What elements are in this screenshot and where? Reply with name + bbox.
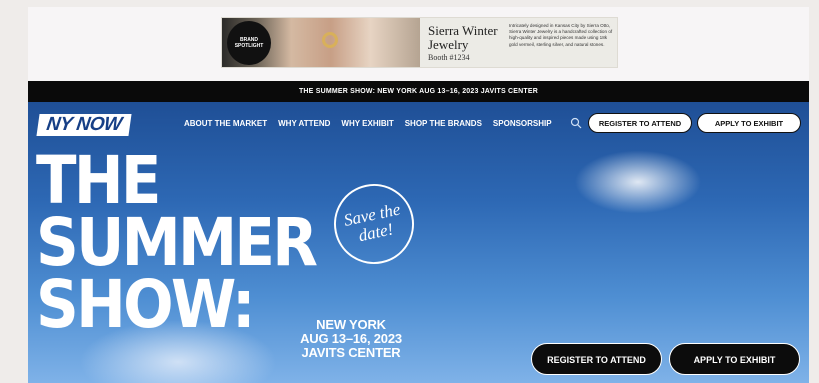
main-nav: NY NOW ABOUT THE MARKET WHY ATTEND WHY E… [28, 102, 809, 146]
nav-register-button[interactable]: REGISTER TO ATTEND [588, 113, 692, 133]
save-the-date-badge: Save the date! [326, 176, 422, 272]
ad-booth: Booth #1234 [428, 53, 470, 62]
ad-brand-name: Sierra Winter Jewelry [428, 23, 498, 52]
nav-link-sponsorship[interactable]: SPONSORSHIP [493, 119, 552, 128]
nav-links: ABOUT THE MARKET WHY ATTEND WHY EXHIBIT … [184, 119, 552, 128]
event-dates: AUG 13–16, 2023 [300, 331, 402, 346]
nav-link-about-the-market[interactable]: ABOUT THE MARKET [184, 119, 267, 128]
event-info-strip: THE SUMMER SHOW: NEW YORK AUG 13–16, 202… [28, 81, 809, 102]
headline-line-2: SUMMER [36, 204, 318, 281]
page-frame: BRAND SPOTLIGHT Sierra Winter Jewelry Bo… [28, 7, 809, 383]
event-city: NEW YORK [316, 317, 386, 332]
headline-line-1: THE [36, 142, 161, 219]
headline-line-3: SHOW: [36, 266, 256, 343]
brand-spotlight-badge: BRAND SPOTLIGHT [227, 21, 271, 65]
hero-headline: THE SUMMER SHOW: [36, 142, 318, 343]
hero-register-button[interactable]: REGISTER TO ATTEND [531, 343, 662, 375]
ad-banner[interactable]: BRAND SPOTLIGHT Sierra Winter Jewelry Bo… [221, 17, 618, 68]
hero-apply-button[interactable]: APPLY TO EXHIBIT [669, 343, 800, 375]
ad-description: Intricately designed in Kansas City by S… [509, 23, 613, 47]
hero-section: NY NOW ABOUT THE MARKET WHY ATTEND WHY E… [28, 102, 809, 383]
event-venue: JAVITS CENTER [301, 345, 401, 360]
nav-link-shop-the-brands[interactable]: SHOP THE BRANDS [405, 119, 482, 128]
nav-link-why-exhibit[interactable]: WHY EXHIBIT [341, 119, 393, 128]
ring-image [322, 32, 338, 48]
nav-apply-button[interactable]: APPLY TO EXHIBIT [697, 113, 801, 133]
nynow-logo[interactable]: NY NOW [36, 114, 132, 136]
nav-link-why-attend[interactable]: WHY ATTEND [278, 119, 330, 128]
event-details: NEW YORK AUG 13–16, 2023 JAVITS CENTER [288, 318, 414, 360]
search-icon[interactable] [570, 117, 582, 129]
